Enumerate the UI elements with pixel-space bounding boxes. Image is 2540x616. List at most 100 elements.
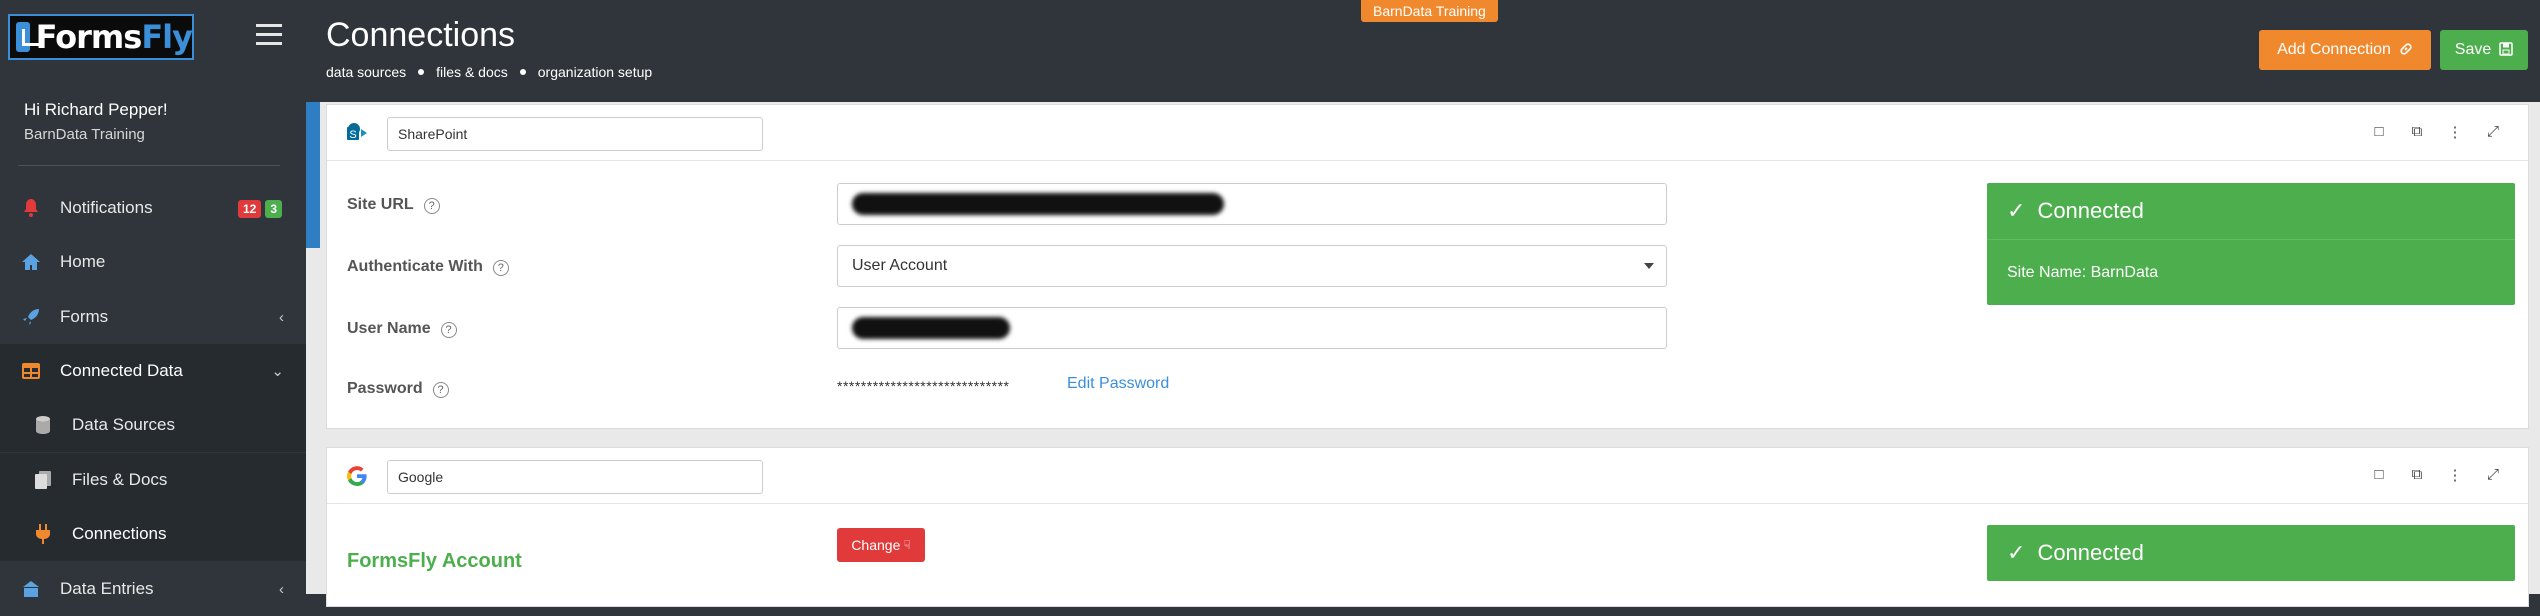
sidebar-item-files-docs[interactable]: Files & Docs: [0, 453, 306, 507]
help-icon[interactable]: ?: [440, 322, 457, 338]
edit-password-link[interactable]: Edit Password: [1067, 375, 1169, 393]
auth-select-value: User Account: [852, 257, 948, 274]
connection-status-panel: ✓ Connected Site Name: BarnData: [1987, 183, 2515, 305]
card-header: □ ⧉ ⋮ ⤢: [327, 448, 2528, 504]
redacted-value: [852, 317, 1010, 339]
logo-text-main: Forms: [35, 18, 143, 56]
main-content: S □ ⧉ ⋮ ⤢ Site URL? Authenticate With? U…: [306, 102, 2540, 607]
bell-icon: [20, 197, 42, 219]
user-info: Hi Richard Pepper! BarnData Training: [24, 100, 168, 143]
files-icon: [32, 469, 54, 491]
crumb-files-docs[interactable]: files & docs: [436, 64, 508, 80]
crumb-data-sources[interactable]: data sources: [326, 64, 406, 80]
thumbs-down-icon: ☟: [903, 538, 911, 552]
add-connection-button[interactable]: Add Connection: [2259, 30, 2431, 70]
sidebar-item-connections[interactable]: Connections: [0, 507, 306, 561]
home-icon: [20, 251, 42, 273]
copy-icon[interactable]: ⧉: [2398, 466, 2436, 484]
user-org: BarnData Training: [24, 126, 145, 143]
sharepoint-icon: S: [345, 121, 369, 145]
sidebar-item-label: Forms: [60, 307, 109, 326]
auth-with-label: Authenticate With?: [347, 258, 509, 276]
sidebar-item-label: Data Entries: [60, 579, 154, 598]
collapse-icon[interactable]: ⤢: [2474, 466, 2512, 484]
sidebar-item-home[interactable]: Home: [0, 235, 306, 289]
card-header: S □ ⧉ ⋮ ⤢: [327, 105, 2528, 161]
check-icon: ✓: [2007, 540, 2026, 565]
collapse-icon[interactable]: ⤢: [2474, 123, 2512, 141]
formsfly-account-title: FormsFly Account: [347, 550, 522, 572]
redacted-value: [852, 193, 1224, 215]
chevron-left-icon: ‹: [279, 580, 284, 598]
rocket-icon: [20, 306, 42, 328]
password-mask: *****************************: [837, 378, 1010, 394]
data-entries-icon: [20, 578, 42, 600]
notifications-badge-green: 3: [265, 200, 282, 218]
google-icon: [345, 464, 369, 488]
site-url-label: Site URL?: [347, 196, 440, 214]
site-name-text: Site Name: BarnData: [1987, 239, 2515, 305]
sidebar-item-label: Home: [60, 252, 106, 271]
breadcrumb: data sources files & docs organization s…: [326, 64, 652, 80]
help-icon[interactable]: ?: [432, 382, 449, 398]
site-url-field[interactable]: [837, 183, 1667, 225]
sidebar-item-forms[interactable]: Forms ‹: [0, 290, 306, 344]
save-label: Save: [2454, 41, 2492, 58]
devices-icon[interactable]: □: [2360, 466, 2398, 484]
chevron-down-icon: ⌄: [271, 363, 284, 380]
svg-text:S: S: [349, 129, 356, 141]
google-status-panel: ✓ Connected: [1987, 525, 2515, 581]
card-tools: □ ⧉ ⋮ ⤢: [2360, 466, 2512, 484]
formsfly-logo[interactable]: FormsFly: [8, 14, 194, 60]
more-vertical-icon[interactable]: ⋮: [2436, 466, 2474, 484]
save-button[interactable]: Save: [2440, 30, 2528, 70]
sidebar-item-label: Connected Data: [60, 361, 183, 380]
page-header: Connections data sources files & docs or…: [306, 0, 2540, 102]
card-tools: □ ⧉ ⋮ ⤢: [2360, 123, 2512, 141]
change-label: Change: [851, 537, 901, 553]
sidebar-item-label: Files & Docs: [72, 470, 168, 489]
logo-icon: [16, 22, 41, 52]
change-button[interactable]: Change ☟: [837, 528, 925, 562]
sidebar-divider: [18, 165, 280, 166]
connection-name-input[interactable]: [387, 117, 763, 151]
sidebar-item-data-entries[interactable]: Data Entries ‹: [0, 562, 306, 616]
user-name-field[interactable]: [837, 307, 1667, 349]
crumb-separator: [418, 69, 425, 75]
user-name-label: User Name?: [347, 320, 457, 338]
logo-text-accent: Fly: [141, 18, 193, 56]
help-icon[interactable]: ?: [423, 198, 440, 214]
accent-strip: [306, 102, 320, 248]
menu-toggle-icon[interactable]: [256, 24, 282, 46]
auth-select[interactable]: User Account: [837, 245, 1667, 287]
crumb-separator: [519, 69, 526, 75]
check-icon: ✓: [2007, 198, 2026, 223]
sidebar-item-label: Connections: [72, 524, 167, 543]
table-icon: [20, 360, 42, 382]
floppy-icon: [2499, 41, 2513, 59]
sidebar-item-notifications[interactable]: Notifications 12 3: [0, 181, 306, 235]
plug-icon: [32, 523, 54, 545]
more-vertical-icon[interactable]: ⋮: [2436, 123, 2474, 141]
sidebar-item-connected-data[interactable]: Connected Data ⌄: [0, 344, 306, 398]
chevron-left-icon: ‹: [279, 308, 284, 326]
sharepoint-connection-card: S □ ⧉ ⋮ ⤢ Site URL? Authenticate With? U…: [326, 104, 2529, 429]
crumb-organization-setup[interactable]: organization setup: [538, 64, 652, 80]
devices-icon[interactable]: □: [2360, 123, 2398, 141]
status-text: Connected: [2037, 540, 2144, 565]
help-icon[interactable]: ?: [492, 260, 509, 276]
user-greeting: Hi Richard Pepper!: [24, 100, 168, 119]
notifications-badge-red: 12: [237, 200, 262, 218]
org-badge: BarnData Training: [1361, 0, 1498, 22]
add-connection-label: Add Connection: [2277, 41, 2391, 58]
sidebar-item-label: Notifications: [60, 198, 153, 217]
google-connection-card: □ ⧉ ⋮ ⤢ FormsFly Account Change ☟ ✓ Conne…: [326, 447, 2529, 607]
link-icon: [2399, 42, 2413, 59]
page-title: Connections: [326, 16, 516, 54]
sidebar-item-label: Data Sources: [72, 415, 175, 434]
password-label: Password?: [347, 380, 449, 398]
database-icon: [32, 414, 54, 436]
connection-name-input[interactable]: [387, 460, 763, 494]
sidebar-item-data-sources[interactable]: Data Sources: [0, 398, 306, 452]
copy-icon[interactable]: ⧉: [2398, 123, 2436, 141]
